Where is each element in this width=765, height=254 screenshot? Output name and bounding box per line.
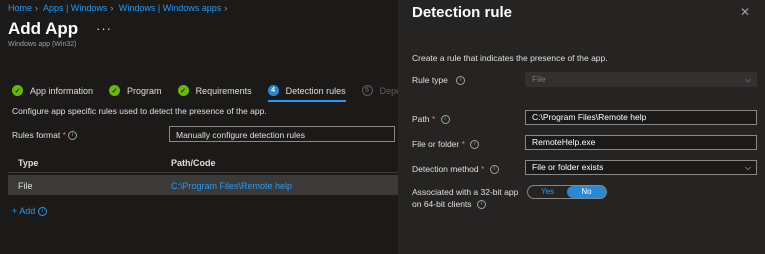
breadcrumb-apps-windows[interactable]: Apps | Windows (43, 3, 107, 13)
page-title: Add App (8, 19, 79, 38)
detection-method-label: Detection method * i (412, 164, 499, 175)
breadcrumb: Home › Apps | Windows › Windows | Windows … (8, 3, 230, 13)
rules-format-select[interactable]: Manually configure detection rules (169, 126, 395, 142)
step-label: Program (127, 85, 162, 96)
select-value: File or folder exists (532, 162, 604, 172)
chevron-down-icon: ⌵ (744, 75, 751, 84)
breadcrumb-home[interactable]: Home (8, 3, 32, 13)
file-or-folder-label: File or folder * i (412, 139, 480, 150)
step-detection-rules[interactable]: 4 Detection rules (267, 85, 346, 102)
chevron-right-icon: › (35, 3, 39, 13)
panel-title: Detection rule (412, 4, 513, 21)
step-label: App information (30, 85, 94, 96)
step-label: Detection rules (285, 85, 346, 96)
info-icon: i (37, 207, 47, 217)
associated-32bit-label-line2: on 64-bit clients i (412, 199, 486, 210)
cell-path-link[interactable]: C:\Program Files\Remote help (171, 181, 292, 191)
page-subtitle: Windows app (Win32) (8, 41, 77, 48)
label-text: File or folder (412, 139, 460, 149)
path-input[interactable]: C:\Program Files\Remote help (525, 110, 757, 125)
info-icon[interactable]: i (68, 131, 78, 141)
label-text: Rules format (12, 130, 61, 140)
chevron-right-icon: › (224, 3, 228, 13)
label-text: Detection method (412, 164, 479, 174)
file-or-folder-input[interactable]: RemoteHelp.exe (525, 135, 757, 150)
label-text: on 64-bit clients (412, 199, 472, 209)
step-program[interactable]: ✓ Program (109, 85, 162, 96)
chevron-right-icon: › (110, 3, 114, 13)
close-icon[interactable]: ✕ (740, 5, 750, 19)
chevron-down-icon: ⌵ (744, 163, 751, 172)
rule-type-label: Rule type i (412, 75, 466, 86)
step-label: Requirements (195, 85, 252, 96)
cell-type: File (18, 181, 33, 191)
rules-format-label: Rules format * i (12, 130, 78, 141)
info-icon[interactable]: i (456, 76, 466, 86)
detection-rule-panel (398, 0, 765, 254)
associated-32bit-toggle[interactable]: Yes No (527, 185, 607, 199)
breadcrumb-windows-apps[interactable]: Windows | Windows apps (119, 3, 221, 13)
column-header-path: Path/Code (171, 158, 216, 168)
rule-type-select: File ⌵ (525, 72, 757, 87)
step-number-icon: 4 (267, 85, 279, 96)
column-header-type: Type (18, 158, 39, 168)
add-rule-button[interactable]: + Add i (12, 206, 47, 217)
check-icon: ✓ (177, 85, 189, 96)
info-icon[interactable]: i (476, 200, 486, 210)
more-options-button[interactable]: ··· (96, 21, 112, 36)
label-text: Rule type (412, 75, 448, 85)
add-label: + Add (12, 206, 36, 216)
path-label: Path * i (412, 114, 450, 125)
wizard-steps: ✓ App information ✓ Program ✓ Requiremen… (12, 79, 420, 102)
info-icon[interactable]: i (489, 165, 499, 175)
required-marker: * (431, 114, 436, 124)
check-icon: ✓ (109, 85, 121, 96)
step-number-icon: 5 (361, 85, 373, 96)
detection-method-select[interactable]: File or folder exists ⌵ (525, 160, 757, 175)
info-icon[interactable]: i (440, 115, 450, 125)
info-icon[interactable]: i (470, 140, 480, 150)
toggle-option-yes[interactable]: Yes (528, 186, 567, 198)
required-marker: * (62, 130, 66, 140)
required-marker: * (481, 164, 485, 174)
step-app-information[interactable]: ✓ App information (12, 85, 93, 96)
step-requirements[interactable]: ✓ Requirements (177, 85, 252, 96)
check-icon: ✓ (12, 85, 23, 96)
required-marker: * (461, 139, 465, 149)
label-text: Path (412, 114, 430, 124)
associated-32bit-label-line1: Associated with a 32-bit app (412, 187, 519, 197)
panel-description: Create a rule that indicates the presenc… (412, 53, 608, 63)
toggle-option-no[interactable]: No (567, 186, 606, 198)
select-value: File (532, 74, 546, 84)
instructions-text: Configure app specific rules used to det… (12, 106, 267, 116)
